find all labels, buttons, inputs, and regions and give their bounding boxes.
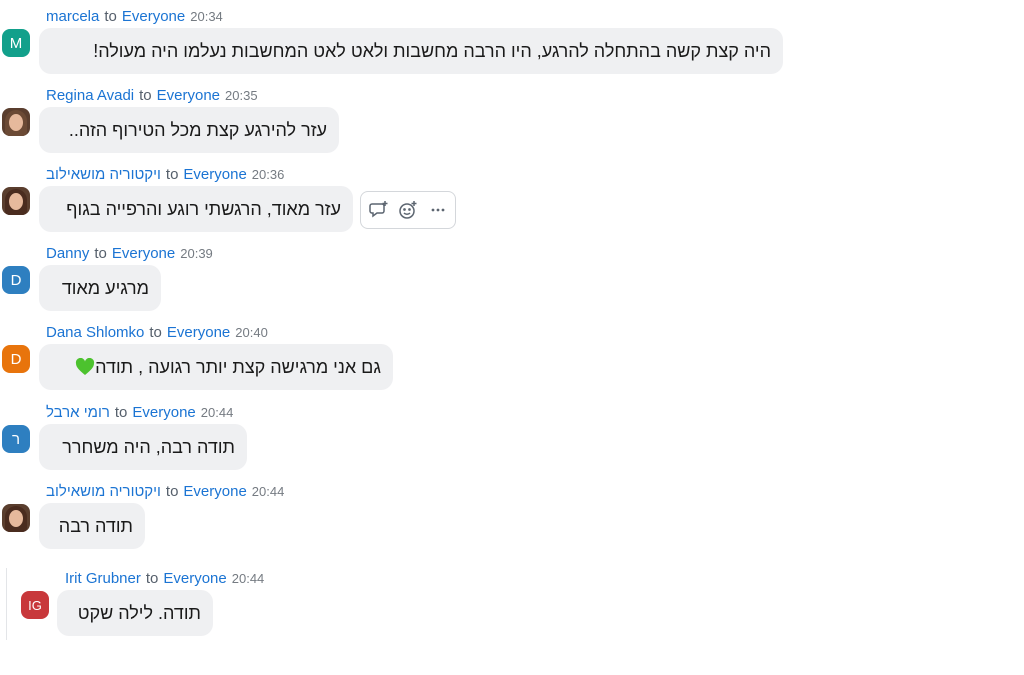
chat-message: D Danny to Everyone 20:39 מרגיע מאוד <box>0 237 1024 317</box>
message-bubble[interactable]: מרגיע מאוד <box>39 265 161 311</box>
message-text: תודה רבה, היה משחרר <box>62 436 235 457</box>
message-text: עזר להירגע קצת מכל הטירוף הזה.. <box>68 119 327 140</box>
timestamp: 20:36 <box>251 167 285 182</box>
message-header: marcela to Everyone 20:34 <box>46 8 223 28</box>
chat-message: D Dana Shlomko to Everyone 20:40 גם אני … <box>0 316 1024 396</box>
message-bubble[interactable]: תודה רבה <box>39 503 145 549</box>
avatar[interactable]: ר <box>2 425 30 453</box>
message-hover-actions <box>360 191 456 229</box>
message-bubble[interactable]: עזר להירגע קצת מכל הטירוף הזה.. <box>39 107 339 153</box>
timestamp: 20:44 <box>231 571 265 586</box>
recipient-link[interactable]: Everyone <box>132 404 195 421</box>
avatar-face <box>9 114 23 131</box>
avatar-face <box>9 193 23 210</box>
recipient-link[interactable]: Everyone <box>183 166 246 183</box>
avatar[interactable]: D <box>2 266 30 294</box>
chat-message: ויקטוריה מושאילוב to Everyone 20:36 עזר … <box>0 158 1024 238</box>
green-heart-icon <box>76 358 95 375</box>
chat-message-list: M marcela to Everyone 20:34 היה קצת קשה … <box>0 0 1024 675</box>
timestamp: 20:39 <box>180 246 213 261</box>
message-bubble[interactable]: תודה. לילה שקט <box>57 590 213 636</box>
sender-name[interactable]: Irit Grubner <box>65 570 141 587</box>
message-header: Irit Grubner to Everyone 20:44 <box>65 570 264 590</box>
reply-in-thread-icon[interactable] <box>367 198 391 222</box>
avatar[interactable]: IG <box>21 591 49 619</box>
recipient-label: to <box>165 166 179 183</box>
message-text: מרגיע מאוד <box>61 277 149 298</box>
recipient-link[interactable]: Everyone <box>163 570 226 587</box>
message-header: ויקטוריה מושאילוב to Everyone 20:44 <box>46 483 284 503</box>
message-bubble[interactable]: היה קצת קשה בהתחלה להרגע, היו הרבה מחשבו… <box>39 28 783 74</box>
sender-name[interactable]: Dana Shlomko <box>46 324 144 341</box>
recipient-label: to <box>139 87 152 104</box>
chat-message: M marcela to Everyone 20:34 היה קצת קשה … <box>0 0 1024 80</box>
sender-name[interactable]: ויקטוריה מושאילוב <box>46 483 161 500</box>
avatar-face <box>9 510 23 527</box>
sender-name[interactable]: ויקטוריה מושאילוב <box>46 166 161 183</box>
message-header: רומי ארבל to Everyone 20:44 <box>46 404 233 424</box>
chat-message-reply: IG Irit Grubner to Everyone 20:44 תודה. … <box>0 562 1024 642</box>
message-bubble[interactable]: תודה רבה, היה משחרר <box>39 424 247 470</box>
message-text: היה קצת קשה בהתחלה להרגע, היו הרבה מחשבו… <box>93 40 771 61</box>
timestamp: 20:44 <box>200 405 234 420</box>
recipient-link[interactable]: Everyone <box>167 324 230 341</box>
avatar[interactable] <box>2 108 30 136</box>
add-reaction-icon[interactable] <box>396 198 420 222</box>
message-text: גם אני מרגישה קצת יותר רגועה , תודה <box>95 356 381 377</box>
message-header: Dana Shlomko to Everyone 20:40 <box>46 324 268 344</box>
avatar[interactable] <box>2 504 30 532</box>
timestamp: 20:40 <box>235 325 268 340</box>
recipient-label: to <box>94 245 107 262</box>
message-bubble[interactable]: גם אני מרגישה קצת יותר רגועה , תודה <box>39 344 393 390</box>
recipient-link[interactable]: Everyone <box>122 8 185 25</box>
timestamp: 20:35 <box>225 88 258 103</box>
timestamp: 20:34 <box>190 9 223 24</box>
recipient-link[interactable]: Everyone <box>183 483 246 500</box>
chat-message: ר רומי ארבל to Everyone 20:44 תודה רבה, … <box>0 396 1024 476</box>
message-text: תודה. לילה שקט <box>77 602 201 623</box>
avatar[interactable]: D <box>2 345 30 373</box>
recipient-label: to <box>165 483 179 500</box>
recipient-label: to <box>104 8 117 25</box>
avatar[interactable] <box>2 187 30 215</box>
recipient-label: to <box>145 570 159 587</box>
timestamp: 20:44 <box>251 484 285 499</box>
chat-message: ויקטוריה מושאילוב to Everyone 20:44 תודה… <box>0 475 1024 555</box>
recipient-link[interactable]: Everyone <box>157 87 220 104</box>
sender-name[interactable]: marcela <box>46 8 99 25</box>
more-icon[interactable] <box>426 198 450 222</box>
recipient-label: to <box>149 324 162 341</box>
avatar[interactable]: M <box>2 29 30 57</box>
chat-message: Regina Avadi to Everyone 20:35 עזר להירג… <box>0 79 1024 159</box>
recipient-link[interactable]: Everyone <box>112 245 175 262</box>
message-text: עזר מאוד, הרגשתי רוגע והרפייה בגוף <box>66 198 341 219</box>
recipient-label: to <box>114 404 128 421</box>
sender-name[interactable]: Danny <box>46 245 89 262</box>
message-header: ויקטוריה מושאילוב to Everyone 20:36 <box>46 166 284 186</box>
sender-name[interactable]: רומי ארבל <box>46 404 110 421</box>
message-header: Danny to Everyone 20:39 <box>46 245 213 265</box>
message-bubble[interactable]: עזר מאוד, הרגשתי רוגע והרפייה בגוף <box>39 186 353 232</box>
message-header: Regina Avadi to Everyone 20:35 <box>46 87 258 107</box>
sender-name[interactable]: Regina Avadi <box>46 87 134 104</box>
message-text: תודה רבה <box>58 515 133 536</box>
